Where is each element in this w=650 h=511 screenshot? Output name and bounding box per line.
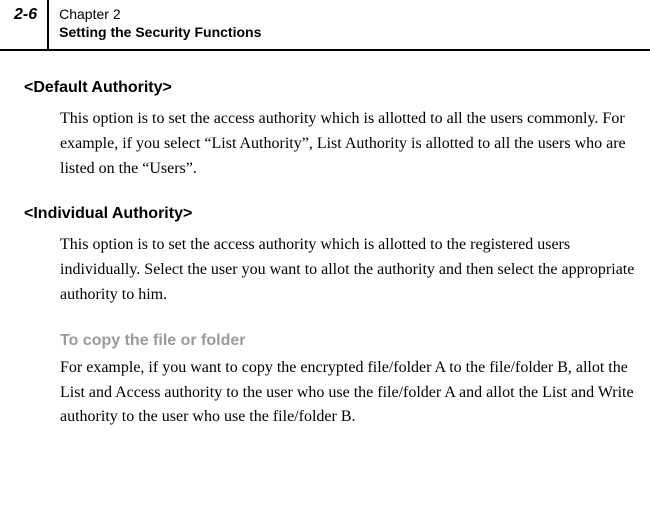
chapter-line: Chapter 2 (59, 6, 261, 24)
chapter-title: Setting the Security Functions (59, 24, 261, 42)
section-body-individual-authority: This option is to set the access authori… (60, 233, 636, 307)
section-body-copy-file: For example, if you want to copy the enc… (60, 356, 636, 430)
section-heading-default-authority: <Default Authority> (24, 79, 636, 97)
sub-heading-copy-file: To copy the file or folder (60, 332, 636, 350)
header-text-block: Chapter 2 Setting the Security Functions (49, 0, 261, 49)
page-header: 2-6 Chapter 2 Setting the Security Funct… (0, 0, 650, 51)
section-heading-individual-authority: <Individual Authority> (24, 205, 636, 223)
section-body-default-authority: This option is to set the access authori… (60, 107, 636, 181)
content-area: <Default Authority> This option is to se… (0, 51, 650, 430)
page-number: 2-6 (0, 0, 49, 49)
